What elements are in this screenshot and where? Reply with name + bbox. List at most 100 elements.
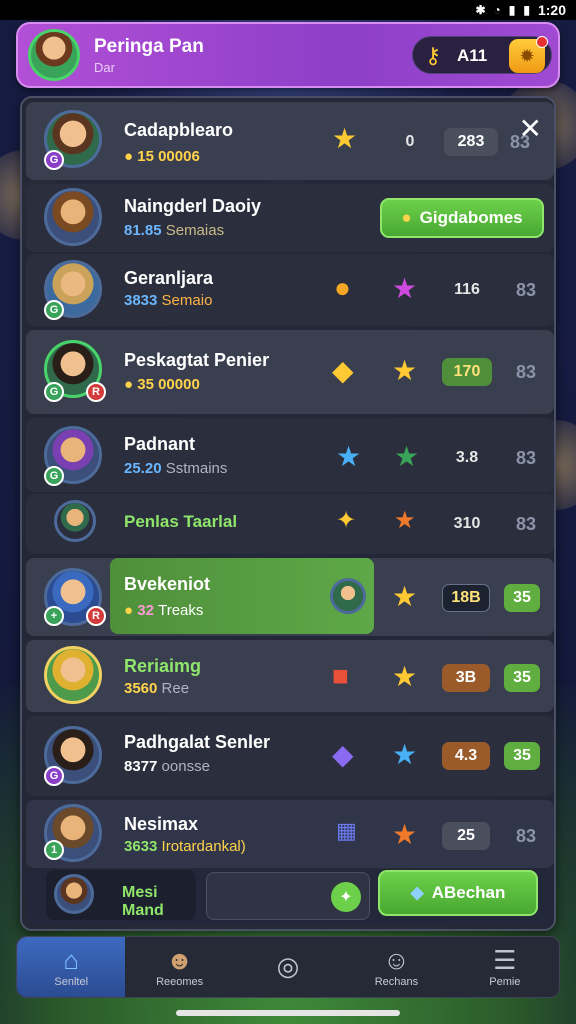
list-item[interactable]: G Cadapblearo ● 15 00006 ★ 0 283 83 ✕ xyxy=(26,102,554,180)
row-sub: 8377 oonsse xyxy=(124,758,210,775)
row-score: 3B xyxy=(442,664,490,692)
signal-icon: ▮ xyxy=(508,3,516,17)
key-icon: ⚷ xyxy=(425,43,442,68)
rank-badge: R xyxy=(86,382,106,402)
bluetooth-icon: ✱ xyxy=(475,3,486,17)
row-dim: 83 xyxy=(515,280,536,300)
button-label: ABechan xyxy=(431,883,506,902)
row-sub: 3633 Irotardankal) xyxy=(124,838,246,855)
star-icon: ★ xyxy=(394,441,420,472)
row-dim: 83 xyxy=(515,448,536,468)
coin-icon: ● xyxy=(124,148,134,165)
row-score-secondary: 35 xyxy=(504,742,540,770)
nav-label: Rechans xyxy=(374,976,419,988)
row-name: Penlas Taarlal xyxy=(124,512,238,531)
leaderboard-panel: G Cadapblearo ● 15 00006 ★ 0 283 83 ✕ Na… xyxy=(20,96,556,931)
list-item[interactable]: Naingderl Daoiy 81.85 Semaias ● Gigdabom… xyxy=(26,184,554,252)
star-icon: ★ xyxy=(392,819,418,850)
row-name: Peskagtat Penier xyxy=(124,350,270,370)
row-sub-value: 3833 xyxy=(124,292,158,309)
bottom-nav: ⌂ Senltel ☻ Reeomes ◎ ☺ Rechans ☰ Pemie xyxy=(16,936,560,998)
primary-action-button[interactable]: ● Gigdabomes xyxy=(380,198,544,238)
star-icon: ★ xyxy=(392,273,418,304)
row-score: 4.3 xyxy=(442,742,490,770)
star-icon: ★ xyxy=(392,355,418,386)
gift-button[interactable]: ✹ xyxy=(509,36,548,73)
row-dim: 83 xyxy=(515,514,536,534)
list-item[interactable]: Penlas Taarlal ✦ ★ 310 83 xyxy=(26,494,554,554)
row-sub-value: 15 00006 xyxy=(137,148,200,165)
row-sub: 3833 Semaio xyxy=(124,292,212,309)
row-sub: 3560 Ree xyxy=(124,680,189,697)
nav-item-home[interactable]: ⌂ Senltel xyxy=(17,937,126,997)
self-card[interactable]: Mesi Mand xyxy=(46,870,196,920)
level-badge: G xyxy=(44,766,64,786)
message-input[interactable]: ✦ xyxy=(206,872,370,920)
list-item[interactable]: G Padhgalat Senler 8377 oonsse ◆ ★ 4.3 3… xyxy=(26,716,554,796)
row-sub-value: 32 xyxy=(137,602,154,619)
nav-item-rewards[interactable]: ☺ Rechans xyxy=(342,937,450,997)
row-sub-value: 35 00000 xyxy=(137,376,200,393)
star-badge-icon: ★ xyxy=(332,123,358,154)
row-sub: ● 32 Treaks xyxy=(124,602,203,619)
friend-avatar xyxy=(330,578,366,614)
nav-item-players[interactable]: ☻ Reeomes xyxy=(125,937,233,997)
avatar[interactable] xyxy=(28,29,80,81)
currency-pill[interactable]: ⚷ A11 ✹ xyxy=(412,36,552,74)
star-icon: ★ xyxy=(392,739,418,770)
mascot-icon: ☺ xyxy=(383,945,410,975)
menu-icon: ☰ xyxy=(493,945,517,975)
send-icon[interactable]: ✦ xyxy=(331,882,361,912)
row-score: 18B xyxy=(442,584,490,612)
nav-item-menu[interactable]: ☰ Pemie xyxy=(451,937,559,997)
row-sub-value: 8377 xyxy=(124,758,158,775)
self-name: Mesi Mand xyxy=(122,884,164,919)
row-score: 310 xyxy=(453,515,481,532)
row-sub-rest: Ree xyxy=(161,680,190,697)
row-sub-value: 25.20 xyxy=(124,460,162,477)
row-dim: 83 xyxy=(515,362,536,382)
nav-item-compass[interactable]: ◎ xyxy=(234,937,342,997)
close-icon[interactable]: ✕ xyxy=(519,112,542,145)
list-item[interactable]: 1 Nesimax 3633 Irotardankal) ▦ ★ 25 83 xyxy=(26,800,554,868)
rank-badge: R xyxy=(86,606,106,626)
row-name: Geranljara xyxy=(124,268,214,288)
level-badge: 1 xyxy=(44,840,64,860)
list-item[interactable]: Reriaimg 3560 Ree ■ ★ 3B 35 xyxy=(26,640,554,712)
row-sub-rest: oonsse xyxy=(161,758,210,775)
row-sub-value: 3560 xyxy=(124,680,158,697)
row-sub-rest: Semaias xyxy=(165,222,225,239)
home-indicator[interactable] xyxy=(176,1010,400,1016)
confirm-button[interactable]: ◆ ABechan xyxy=(378,870,538,916)
row-sub: 81.85 Semaias xyxy=(124,222,224,239)
list-item[interactable]: G Padnant 25.20 Sstmains ★ ★ 3.8 83 xyxy=(26,418,554,492)
currency-value: A11 xyxy=(457,46,488,65)
wifi-icon: ◔ xyxy=(493,3,501,17)
star-icon: ★ xyxy=(394,507,416,534)
row-sub-rest: Semaio xyxy=(161,292,213,309)
avatar xyxy=(54,500,96,542)
list-item[interactable]: G R Peskagtat Penier ● 35 00000 ◆ ★ 170 … xyxy=(26,330,554,414)
row-sub-rest: Irotardankal) xyxy=(161,838,246,855)
row-sub-value: 3633 xyxy=(124,838,158,855)
crystal-icon: ◆ xyxy=(410,883,424,902)
coin-icon: ● xyxy=(124,602,134,619)
puzzle-icon: ✦ xyxy=(336,507,357,534)
list-item[interactable]: G Geranljara 3833 Semaio ● ★ 116 83 xyxy=(26,254,554,326)
row-count: 0 xyxy=(405,133,415,150)
status-bar: ✱ ◔ ▮ ▮ 1:20 xyxy=(0,0,576,20)
row-name: Nesimax xyxy=(124,814,199,834)
footer-row: Mesi Mand ✦ ◆ ABechan xyxy=(26,870,554,926)
row-name: Reriaimg xyxy=(124,656,202,676)
row-score: 283 xyxy=(444,128,498,156)
level-badge: G xyxy=(44,150,64,170)
level-badge: G xyxy=(44,466,64,486)
avatar xyxy=(44,188,102,246)
row-score-secondary: 35 xyxy=(504,584,540,612)
row-sub: 25.20 Sstmains xyxy=(124,460,227,477)
row-sub: ● 15 00006 xyxy=(124,148,200,165)
row-score: 170 xyxy=(442,358,492,386)
row-name: Cadapblearo xyxy=(124,120,234,140)
list-item-highlighted[interactable]: + R Bvekeniot ● 32 Treaks ★ 18B 35 xyxy=(26,558,554,636)
profile-header: Peringa Pan Dar ⚷ A11 ✹ xyxy=(16,22,560,88)
